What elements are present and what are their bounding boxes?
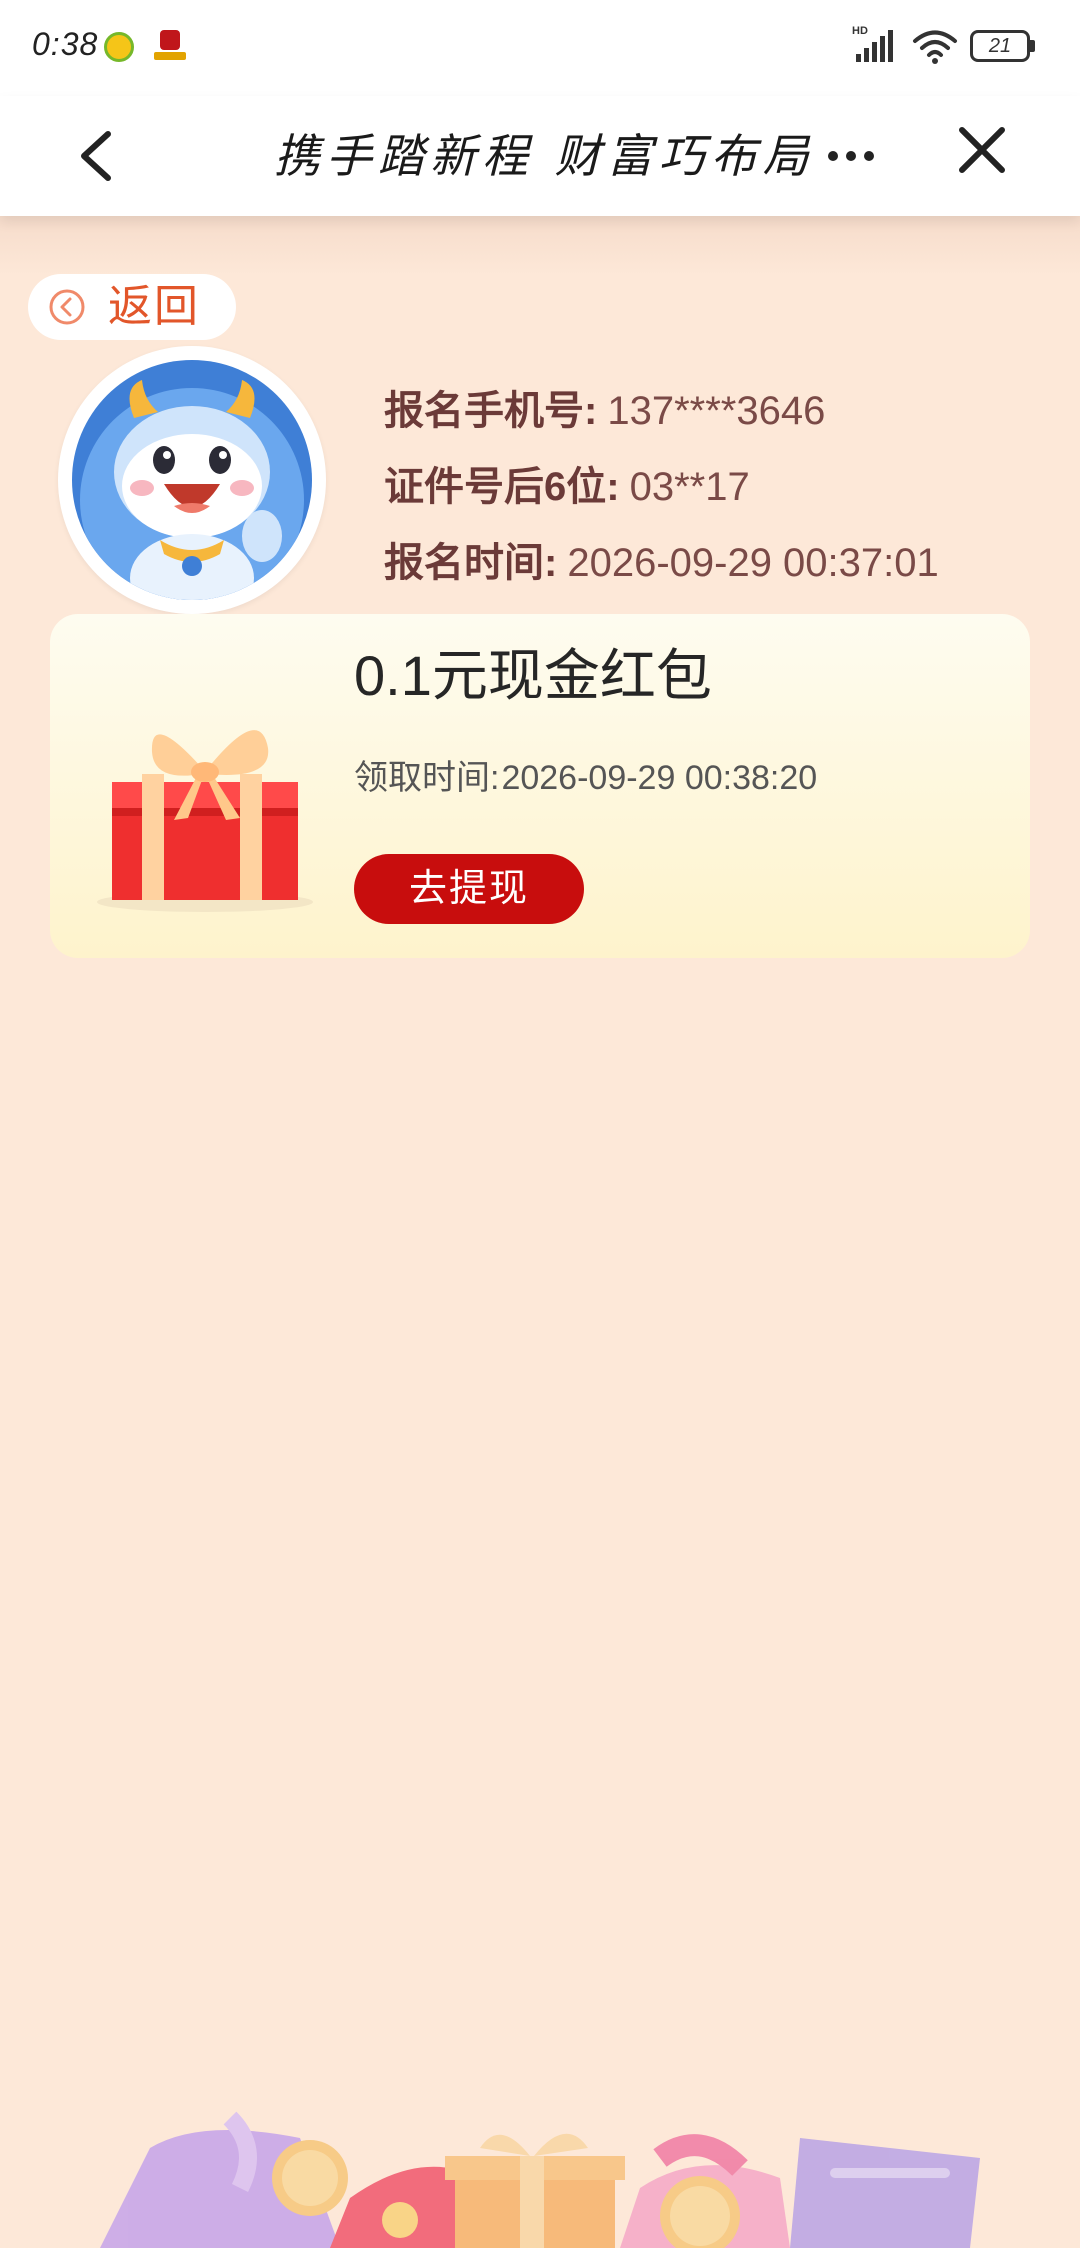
registration-phone-row: 报名手机号: 137****3646	[384, 378, 825, 436]
battery-level: 21	[988, 35, 1012, 57]
claim-time-row: 领取时间:2026-09-29 00:38:20	[354, 756, 817, 800]
avatar	[58, 346, 326, 614]
header-band	[0, 216, 1080, 276]
registration-time-label: 报名时间:	[384, 541, 558, 585]
battery-icon: 21	[970, 30, 1036, 64]
notification-app-icon	[104, 32, 134, 62]
registration-phone-label: 报名手机号:	[384, 389, 598, 433]
status-bar: 0:38 HD 21	[0, 0, 1080, 96]
reward-title: 0.1元现金红包	[354, 644, 712, 707]
wifi-icon	[913, 30, 957, 64]
registration-time-row: 报名时间: 2026-09-29 00:37:01	[384, 530, 939, 588]
dragon-mascot-avatar	[72, 360, 312, 600]
more-dots-icon[interactable]	[826, 144, 876, 168]
page-title: 携手踏新程 财富巧布局	[274, 129, 815, 183]
signal-icon: HD	[852, 25, 893, 62]
claim-time-label: 领取时间:	[354, 759, 500, 797]
status-time: 0:38	[32, 26, 99, 62]
registration-id-label: 证件号后6位:	[384, 465, 620, 509]
return-button-label: 返回	[108, 282, 200, 331]
registration-id-value: 03**17	[629, 465, 750, 509]
withdraw-button[interactable]: 去提现	[354, 854, 584, 924]
registration-id-row: 证件号后6位: 03**17	[384, 454, 750, 512]
gift-box-icon	[97, 730, 313, 912]
title-bar: 携手踏新程 财富巧布局	[0, 96, 1080, 216]
registration-time-value: 2026-09-29 00:37:01	[567, 541, 939, 585]
network-type-label: HD	[852, 25, 868, 37]
return-button[interactable]: 返回	[28, 274, 236, 340]
reward-card: 0.1元现金红包 领取时间:2026-09-29 00:38:20 去提现	[50, 614, 1030, 958]
chevron-left-icon[interactable]	[70, 126, 130, 186]
registration-phone-value: 137****3646	[607, 389, 826, 433]
claim-time-value: 2026-09-29 00:38:20	[501, 759, 818, 797]
notification-app-icon-2	[152, 28, 188, 64]
close-icon[interactable]	[954, 122, 1010, 178]
circle-chevron-left-icon	[49, 289, 85, 325]
bottom-decoration	[100, 2111, 980, 2248]
